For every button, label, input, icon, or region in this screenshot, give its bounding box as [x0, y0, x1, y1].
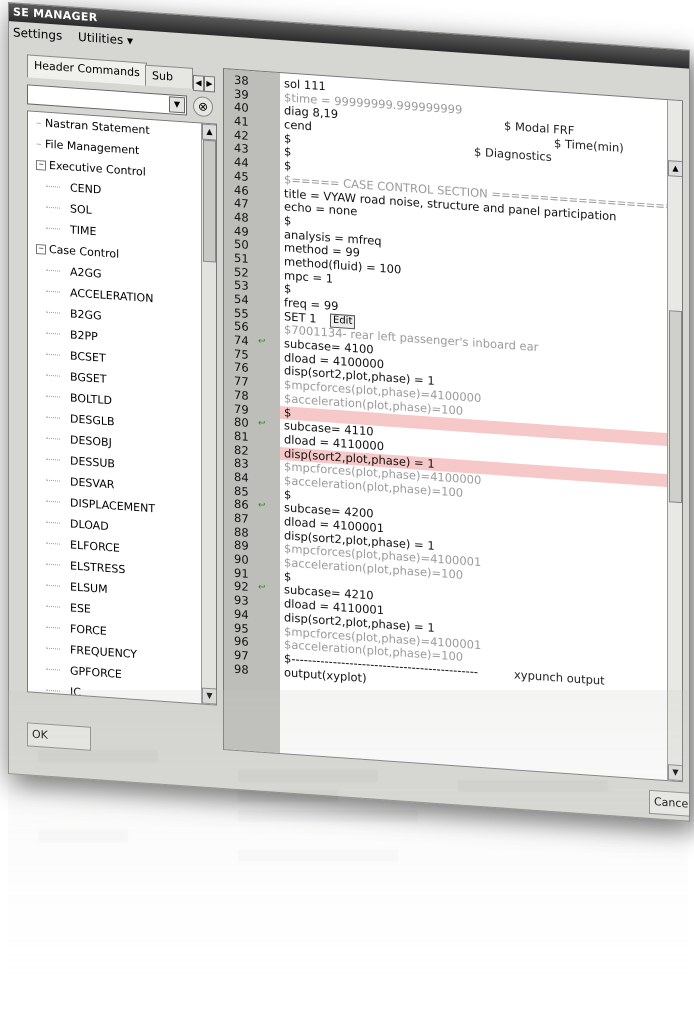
tree-label: SOL — [70, 202, 92, 217]
tree-label: B2PP — [70, 328, 98, 344]
tree-nodes: – Nastran Statement – File Management − Exe… — [28, 111, 216, 705]
tab-scroll-arrows: ◀ ▶ — [193, 70, 215, 93]
tree-label: A2GG — [70, 265, 102, 281]
editor-scrollbar[interactable]: ▲ ▼ — [667, 100, 683, 782]
tab-right-arrow-icon[interactable]: ▶ — [204, 75, 215, 93]
tree-label: B2GG — [70, 307, 102, 323]
tab-left-arrow-icon[interactable]: ◀ — [193, 74, 204, 92]
scroll-up-icon[interactable]: ▲ — [202, 123, 217, 141]
scene: SE MANAGER Settings Utilities ▾ Header C… — [0, 0, 694, 1019]
collapse-icon[interactable]: − — [36, 159, 46, 171]
command-tree: – Nastran Statement – File Management − Exe… — [27, 110, 217, 706]
editor-lines: 38 sol 111 39 $time = 99999999.999999999 40 d… — [224, 73, 683, 707]
tree-label: BOLTLD — [70, 391, 112, 408]
left-panel: Header Commands Sub ◀ ▶ ▼ ⊗ – Nastran Sta… — [27, 54, 217, 751]
clear-icon[interactable]: ⊗ — [193, 95, 213, 118]
tree-label: TIME — [70, 223, 97, 239]
tab-strip: Header Commands Sub ◀ ▶ — [27, 54, 217, 93]
tree-label: ELSTRESS — [70, 559, 126, 577]
tree-label: DESOBJ — [70, 433, 112, 450]
tab-header-commands[interactable]: Header Commands — [27, 54, 147, 86]
tree-label: Case Control — [49, 242, 120, 261]
line-number: 98 — [234, 661, 249, 677]
tree-connector-icon: – — [36, 115, 45, 130]
reflection-mark — [238, 810, 418, 822]
tab-sub[interactable]: Sub — [145, 64, 193, 89]
reflection-mark — [458, 780, 608, 792]
tree-label: DESGLB — [70, 412, 115, 429]
reflection-mark — [238, 790, 338, 802]
tree-connector-icon: – — [36, 136, 45, 151]
tree-label: Executive Control — [49, 158, 146, 179]
tree-label: CEND — [70, 181, 102, 197]
fold-marker-icon[interactable]: ↩ — [258, 336, 278, 351]
reflection-mark — [238, 850, 398, 862]
tree-label: ACCELERATION — [70, 286, 154, 306]
filter-combo[interactable]: ▼ — [27, 84, 187, 116]
fold-marker-icon[interactable]: ↩ — [258, 582, 278, 597]
chevron-down-icon[interactable]: ▼ — [169, 96, 185, 114]
window-reflection — [8, 690, 688, 1019]
fold-marker-icon[interactable]: ↩ — [258, 500, 278, 515]
tree-label: GPFORCE — [70, 664, 122, 681]
tree-label: ELSUM — [70, 580, 108, 596]
tree-label: ELFORCE — [70, 538, 120, 555]
reflection-mark — [38, 830, 128, 842]
tree-label: DLOAD — [70, 517, 109, 534]
tree-label: FREQUENCY — [70, 643, 138, 662]
tree-label: DISPLACEMENT — [70, 496, 156, 516]
tree-label: BCSET — [70, 349, 106, 365]
line-text: $ — [284, 213, 292, 228]
reflection-surface — [8, 690, 688, 1019]
tree-label: DESVAR — [70, 475, 115, 492]
scroll-thumb[interactable] — [203, 139, 216, 263]
menu-settings[interactable]: Settings — [13, 25, 62, 42]
reflection-mark — [238, 770, 378, 782]
tree-label: FORCE — [70, 622, 107, 638]
reflection-mark — [38, 750, 158, 762]
tree-label: ESE — [70, 601, 91, 616]
menu-utilities[interactable]: Utilities ▾ — [78, 30, 133, 48]
text-editor[interactable]: 38 sol 111 39 $time = 99999999.999999999 40 d… — [223, 68, 683, 783]
tree-label: File Management — [45, 137, 140, 158]
collapse-icon[interactable]: − — [36, 243, 46, 255]
scroll-thumb[interactable] — [669, 310, 682, 504]
tree-label: BGSET — [70, 370, 107, 386]
scroll-up-icon[interactable]: ▲ — [668, 160, 683, 178]
tree-scrollbar[interactable]: ▲ ▼ — [201, 123, 217, 705]
tree-label: DESSUB — [70, 454, 115, 471]
fold-marker-icon[interactable]: ↩ — [258, 418, 278, 433]
